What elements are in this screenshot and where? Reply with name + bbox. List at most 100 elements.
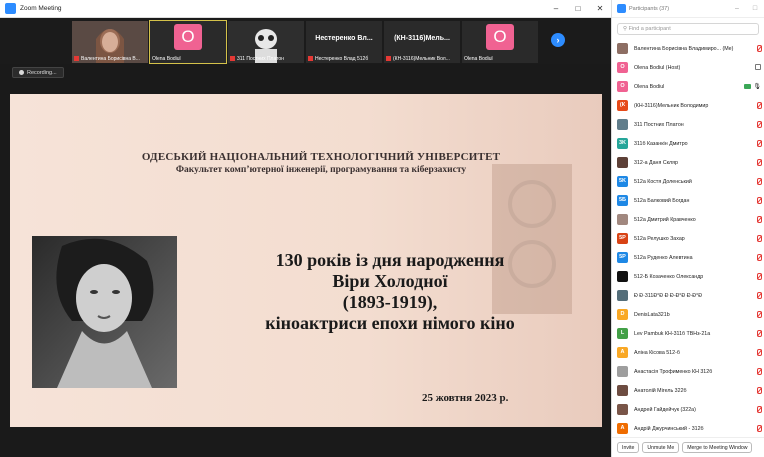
video-tile[interactable]: 311 Постних Платон (228, 21, 304, 63)
participant-list: Валентина Борисівна Владимиро... (Me) O Ol… (612, 39, 764, 457)
mic-muted-icon (756, 425, 762, 432)
panel-maximize-button[interactable]: □ (746, 0, 764, 18)
participant-row[interactable]: 5K 512а Костя Доленський (612, 172, 764, 191)
minimize-button[interactable]: – (545, 0, 567, 18)
participant-search-input[interactable]: ⚲ Find a participant (617, 23, 759, 35)
panel-title: Participants (37) (629, 5, 670, 12)
tile-caption: Валентина Борисівна В... (81, 56, 140, 62)
avatar: O (174, 24, 202, 50)
participant-status-icons (756, 102, 762, 109)
record-dot-icon (19, 70, 24, 75)
participant-row[interactable]: 5P 512а Релушко Захар (612, 229, 764, 248)
unmute-me-button[interactable]: Unmute Me (642, 442, 680, 453)
recording-indicator[interactable]: Recording... (12, 67, 64, 78)
participant-name: Аліна Кісова 512-б (634, 349, 680, 356)
video-tile[interactable]: Валентина Борисівна В... (72, 21, 148, 63)
tile-name: Нестеренко Вл... (315, 35, 373, 42)
mic-muted-icon (756, 159, 762, 166)
participant-status-icons (756, 311, 762, 318)
participant-row[interactable]: (К (КН-3116)Мельник Володимир (612, 96, 764, 115)
mic-muted-icon (756, 45, 762, 52)
mic-muted-icon (756, 368, 762, 375)
invite-button[interactable]: Invite (617, 442, 640, 453)
participant-status-icons: 🎙 (744, 83, 761, 90)
participant-status-icons (756, 159, 762, 166)
participant-row[interactable]: 311 Постних Платон (612, 115, 764, 134)
participant-row[interactable]: 512а Дмитрий Кравченко (612, 210, 764, 229)
participant-row[interactable]: 5P 512а Руденко Алевтина (612, 248, 764, 267)
title-bar: Zoom Meeting – □ ✕ (0, 0, 611, 18)
slide-main-text: 130 років із дня народження Віри Холодно… (225, 250, 555, 334)
participant-status-icons (756, 254, 762, 261)
participant-name: 512а Костя Доленський (634, 178, 692, 185)
zoom-app-icon (5, 3, 16, 14)
faculty-name: Факультет комп’ютерної інженерії, програ… (175, 165, 467, 175)
video-thumbnail-strip: Валентина Борисівна В... O Olena Bodiul … (0, 18, 611, 64)
avatar (617, 404, 628, 415)
participant-name: Olena Bodiul (Host) (634, 64, 681, 71)
close-button[interactable]: ✕ (589, 0, 611, 18)
participant-status-icons (756, 406, 762, 413)
participant-row[interactable]: Анатолій Мігель 322б (612, 381, 764, 400)
participant-row[interactable]: Ð Ð·311Ð°Ð Ð Ð·Ð°Ð Ð·Ð°Ð (612, 286, 764, 305)
participant-name: 512а Балковий Богдан (634, 197, 690, 204)
participant-row[interactable]: 312-а Даня Скляр (612, 153, 764, 172)
video-tile[interactable]: Нестеренко Вл... Нестеренко Влад 512б (306, 21, 382, 63)
video-tile[interactable]: (КН-3116)Мель... (КН-3116)Мельник Вол... (384, 21, 460, 63)
avatar (617, 214, 628, 225)
participant-row[interactable]: Андрей Гайдейчук (322а) (612, 400, 764, 419)
participant-row[interactable]: Анастасія Трофименко КН 312б (612, 362, 764, 381)
avatar (617, 290, 628, 301)
merge-to-meeting-window-button[interactable]: Merge to Meeting Window (682, 442, 753, 453)
avatar: D (617, 309, 628, 320)
video-off-icon (755, 64, 761, 70)
participant-row[interactable]: 5Б 512а Балковий Богдан (612, 191, 764, 210)
mic-muted-icon (756, 178, 762, 185)
mic-muted-icon (756, 235, 762, 242)
participant-status-icons (756, 387, 762, 394)
participant-row[interactable]: 3K 311б Казанкін Дмитро (612, 134, 764, 153)
tile-caption: Olena Bodiul (152, 56, 181, 62)
participant-row[interactable]: D DenisLata321b (612, 305, 764, 324)
avatar: 5P (617, 233, 628, 244)
participant-row[interactable]: Валентина Борисівна Владимиро... (Me) (612, 39, 764, 58)
participant-name: 312-а Даня Скляр (634, 159, 678, 166)
mic-muted-icon (756, 216, 762, 223)
shared-screen-slide: ОДЕСЬКИЙ НАЦІОНАЛЬНИЙ ТЕХНОЛОГІЧНИЙ УНІВ… (10, 94, 602, 427)
next-page-arrow-icon[interactable]: › (551, 33, 565, 47)
avatar: A (617, 423, 628, 434)
mic-muted-icon (756, 387, 762, 394)
slide-line: Віри Холодної (332, 271, 448, 291)
participant-name: Андрей Гайдейчук (322а) (634, 406, 696, 413)
participant-row[interactable]: O Olena Bodiul (Host) (612, 58, 764, 77)
avatar (617, 157, 628, 168)
participant-name: DenisLata321b (634, 311, 670, 318)
participant-row[interactable]: O Olena Bodiul 🎙 (612, 77, 764, 96)
panel-footer: Invite Unmute Me Merge to Meeting Window (612, 437, 764, 457)
video-tile[interactable]: O Olena Bodiul (149, 20, 227, 64)
tile-name: (КН-3116)Мель... (394, 35, 450, 42)
tile-caption: 311 Постних Платон (237, 56, 284, 62)
participant-name: Анастасія Трофименко КН 312б (634, 368, 713, 375)
participant-status-icons (755, 64, 761, 70)
zoom-app-icon (617, 4, 626, 13)
participant-row[interactable]: 512-Б Козаченко Олександр (612, 267, 764, 286)
tile-caption: Olena Bodiul (464, 56, 493, 62)
participant-row[interactable]: A Аліна Кісова 512-б (612, 343, 764, 362)
avatar: L (617, 328, 628, 339)
participant-row[interactable]: L Lev Pambuk КН-311б ТВНз-21а (612, 324, 764, 343)
participant-name: 512а Релушко Захар (634, 235, 685, 242)
avatar (617, 271, 628, 282)
participant-name: 512-Б Козаченко Олександр (634, 273, 704, 280)
maximize-button[interactable]: □ (567, 0, 589, 18)
panel-minimize-button[interactable]: – (728, 0, 746, 18)
mic-muted-icon (756, 254, 762, 261)
mic-muted-icon (386, 56, 391, 62)
slide-line: кіноактриси епохи німого кіно (265, 313, 515, 333)
participant-row[interactable]: A Андрій Джурчинський - 312б (612, 419, 764, 438)
participant-status-icons (756, 425, 762, 432)
video-tile[interactable]: O Olena Bodiul (462, 21, 538, 63)
participant-name: 512а Дмитрий Кравченко (634, 216, 696, 223)
mic-muted-icon (756, 197, 762, 204)
participant-status-icons (756, 330, 762, 337)
